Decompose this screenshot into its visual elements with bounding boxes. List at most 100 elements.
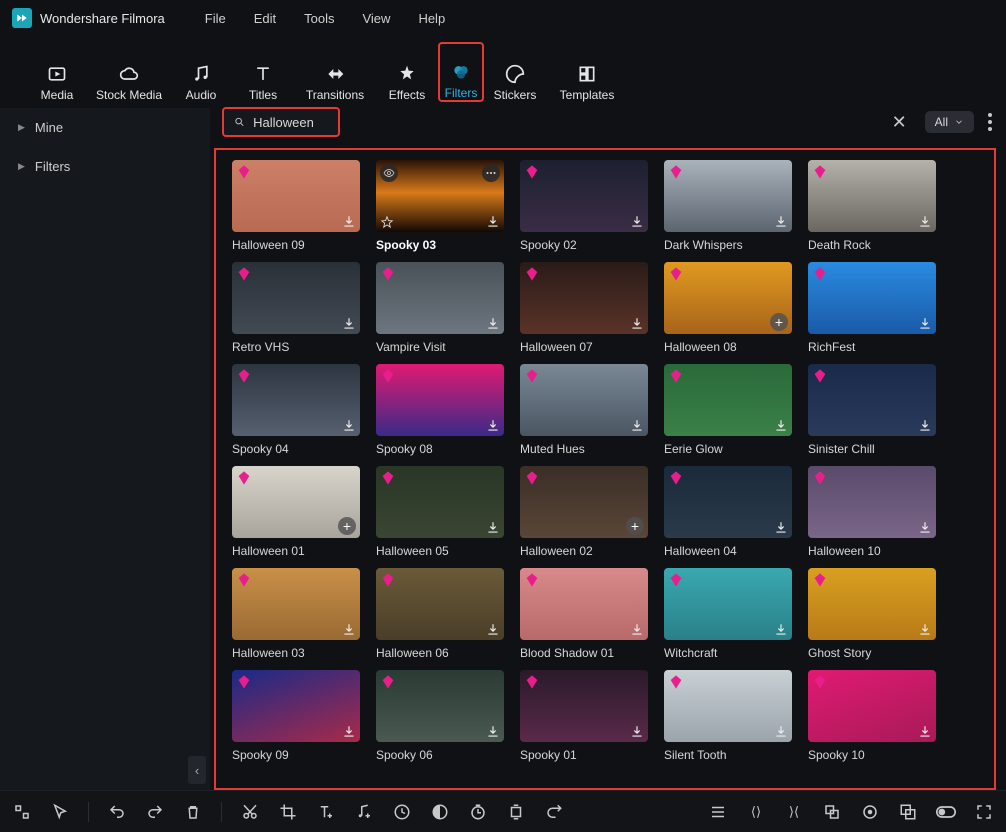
expand-icon[interactable] [974,802,994,822]
filter-cell[interactable]: Spooky 02 [520,160,648,256]
marker-icon[interactable] [468,802,488,822]
filter-cell[interactable]: Halloween 10 [808,466,936,562]
filter-thumbnail[interactable] [520,568,648,640]
tab-templates[interactable]: Templates [546,42,628,102]
download-icon[interactable] [486,419,500,433]
filter-cell[interactable]: Retro VHS [232,262,360,358]
delete-icon[interactable] [183,802,203,822]
filter-thumbnail[interactable] [520,160,648,232]
filter-thumbnail[interactable]: + [664,262,792,334]
filter-cell[interactable]: Dark Whispers [664,160,792,256]
tab-effects[interactable]: Effects [376,42,438,102]
sidebar-item-mine[interactable]: ▶ Mine [0,108,210,147]
speed-icon[interactable] [392,802,412,822]
download-icon[interactable] [486,623,500,637]
menu-help[interactable]: Help [418,11,445,26]
filter-thumbnail[interactable] [808,466,936,538]
filter-cell[interactable]: Spooky 04 [232,364,360,460]
tab-stickers[interactable]: Stickers [484,42,546,102]
filter-thumbnail[interactable] [808,670,936,742]
filter-thumbnail[interactable] [808,160,936,232]
clear-search-button[interactable]: ✕ [884,112,915,133]
filter-thumbnail[interactable] [664,568,792,640]
filter-cell[interactable]: Spooky 08 [376,364,504,460]
download-icon[interactable] [630,215,644,229]
add-icon[interactable]: + [338,517,356,535]
preview-icon[interactable] [380,164,398,182]
cut-icon[interactable] [240,802,260,822]
filter-cell[interactable]: Witchcraft [664,568,792,664]
filter-thumbnail[interactable] [232,364,360,436]
filter-dropdown[interactable]: All [925,111,974,133]
tab-media[interactable]: Media [26,42,88,102]
more-icon[interactable] [482,164,500,182]
filter-cell[interactable]: Halloween 09 [232,160,360,256]
color-icon[interactable] [430,802,450,822]
filter-thumbnail[interactable] [808,262,936,334]
layers-icon[interactable] [822,802,842,822]
filter-cell[interactable]: Muted Hues [520,364,648,460]
filter-cell[interactable]: Halloween 07 [520,262,648,358]
redo-icon[interactable] [145,802,165,822]
filter-cell[interactable]: Vampire Visit [376,262,504,358]
download-icon[interactable] [342,215,356,229]
filter-thumbnail[interactable] [232,160,360,232]
filter-cell[interactable]: Silent Tooth [664,670,792,766]
overlay-icon[interactable] [898,802,918,822]
bracket-right-icon[interactable]: ⟩⟨ [784,802,804,822]
tab-stock-media[interactable]: Stock Media [88,42,170,102]
download-icon[interactable] [486,725,500,739]
filter-thumbnail[interactable]: + [520,466,648,538]
download-icon[interactable] [630,623,644,637]
cursor-tool-icon[interactable] [50,802,70,822]
crop-icon[interactable] [278,802,298,822]
filter-cell[interactable]: Spooky 06 [376,670,504,766]
filter-cell[interactable]: Spooky 09 [232,670,360,766]
filter-cell[interactable]: Halloween 03 [232,568,360,664]
download-icon[interactable] [630,419,644,433]
filter-thumbnail[interactable] [376,160,504,232]
download-icon[interactable] [342,317,356,331]
filter-cell[interactable]: Spooky 01 [520,670,648,766]
filter-thumbnail[interactable] [520,670,648,742]
filter-cell[interactable]: +Halloween 08 [664,262,792,358]
download-icon[interactable] [918,215,932,229]
menu-view[interactable]: View [362,11,390,26]
filter-cell[interactable]: Spooky 10 [808,670,936,766]
undo-icon[interactable] [107,802,127,822]
download-icon[interactable] [486,317,500,331]
filter-thumbnail[interactable] [664,466,792,538]
filter-cell[interactable]: RichFest [808,262,936,358]
filter-thumbnail[interactable] [376,262,504,334]
menu-tools[interactable]: Tools [304,11,334,26]
filter-thumbnail[interactable] [664,160,792,232]
filter-thumbnail[interactable] [520,262,648,334]
search-box[interactable] [222,107,340,137]
download-icon[interactable] [918,419,932,433]
record-icon[interactable] [860,802,880,822]
filter-thumbnail[interactable] [376,568,504,640]
transform-icon[interactable] [544,802,564,822]
download-icon[interactable] [918,623,932,637]
filter-thumbnail[interactable] [376,364,504,436]
more-options-button[interactable] [988,113,992,131]
download-icon[interactable] [774,419,788,433]
favorite-icon[interactable] [380,215,394,229]
download-icon[interactable] [774,215,788,229]
filter-thumbnail[interactable] [232,262,360,334]
menu-edit[interactable]: Edit [254,11,276,26]
select-tool-icon[interactable] [12,802,32,822]
filter-cell[interactable]: +Halloween 02 [520,466,648,562]
download-icon[interactable] [486,215,500,229]
download-icon[interactable] [918,725,932,739]
filter-cell[interactable]: Ghost Story [808,568,936,664]
filter-cell[interactable]: Blood Shadow 01 [520,568,648,664]
add-icon[interactable]: + [770,313,788,331]
search-input[interactable] [253,115,328,130]
tab-filters[interactable]: Filters [438,42,484,102]
filter-thumbnail[interactable] [376,466,504,538]
filter-thumbnail[interactable] [520,364,648,436]
filter-thumbnail[interactable] [664,364,792,436]
filter-cell[interactable]: Eerie Glow [664,364,792,460]
music-plus-icon[interactable] [354,802,374,822]
